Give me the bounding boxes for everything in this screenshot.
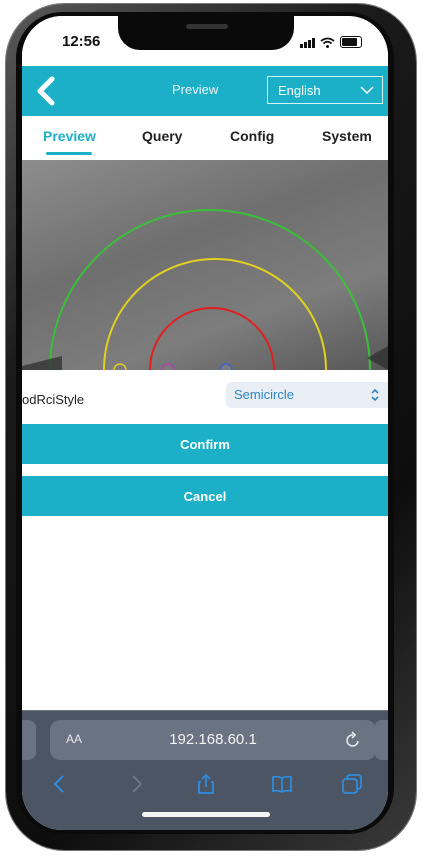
notch <box>118 16 294 50</box>
distance-overlay <box>22 209 388 370</box>
previous-tab-card[interactable] <box>22 720 36 760</box>
status-time: 12:56 <box>62 33 101 50</box>
browser-toolbar: AA 192.168.60.1 <box>22 710 388 830</box>
active-tab-indicator <box>46 152 92 155</box>
status-bar: 12:56 <box>22 16 388 66</box>
confirm-button[interactable]: Confirm <box>22 424 388 464</box>
screen: 12:56 Preview English Preview Query Conf… <box>22 16 388 830</box>
tab-query[interactable]: Query <box>142 128 182 144</box>
middle-range-arc <box>103 258 327 370</box>
outer-range-arc <box>49 209 371 370</box>
status-icons <box>300 36 362 48</box>
nav-forward-icon[interactable] <box>124 772 148 796</box>
tab-preview[interactable]: Preview <box>43 128 96 144</box>
language-value: English <box>278 83 321 98</box>
cancel-button[interactable]: Cancel <box>22 476 388 516</box>
tab-system[interactable]: System <box>322 128 372 144</box>
back-chevron-icon[interactable] <box>32 76 60 106</box>
header-title: Preview <box>172 82 219 97</box>
tabs-icon[interactable] <box>340 772 364 796</box>
address-bar[interactable]: AA 192.168.60.1 <box>50 720 376 760</box>
up-down-icon <box>371 388 379 402</box>
next-tab-card[interactable] <box>374 720 388 760</box>
home-indicator <box>142 812 270 817</box>
style-select-value: Semicircle <box>234 387 294 402</box>
reload-icon[interactable] <box>344 730 362 750</box>
language-select[interactable]: English <box>267 76 383 104</box>
field-label: odRciStyle <box>22 392 85 407</box>
signal-icon <box>300 38 315 48</box>
app-header: Preview English <box>22 66 388 116</box>
tab-config[interactable]: Config <box>230 128 274 144</box>
camera-preview <box>22 160 388 370</box>
style-select[interactable]: Semicircle <box>226 382 388 408</box>
bookmarks-icon[interactable] <box>270 772 294 796</box>
chevron-down-icon <box>360 86 374 95</box>
share-icon[interactable] <box>194 772 218 796</box>
settings-sheet: odRciStyle Semicircle Confirm Cancel <box>22 370 388 710</box>
battery-icon <box>340 36 362 48</box>
wifi-icon <box>320 37 335 48</box>
tab-bar: Preview Query Config System <box>22 116 388 160</box>
inner-range-arc <box>149 307 275 370</box>
url-text: 192.168.60.1 <box>169 731 257 748</box>
nav-back-icon[interactable] <box>48 772 72 796</box>
